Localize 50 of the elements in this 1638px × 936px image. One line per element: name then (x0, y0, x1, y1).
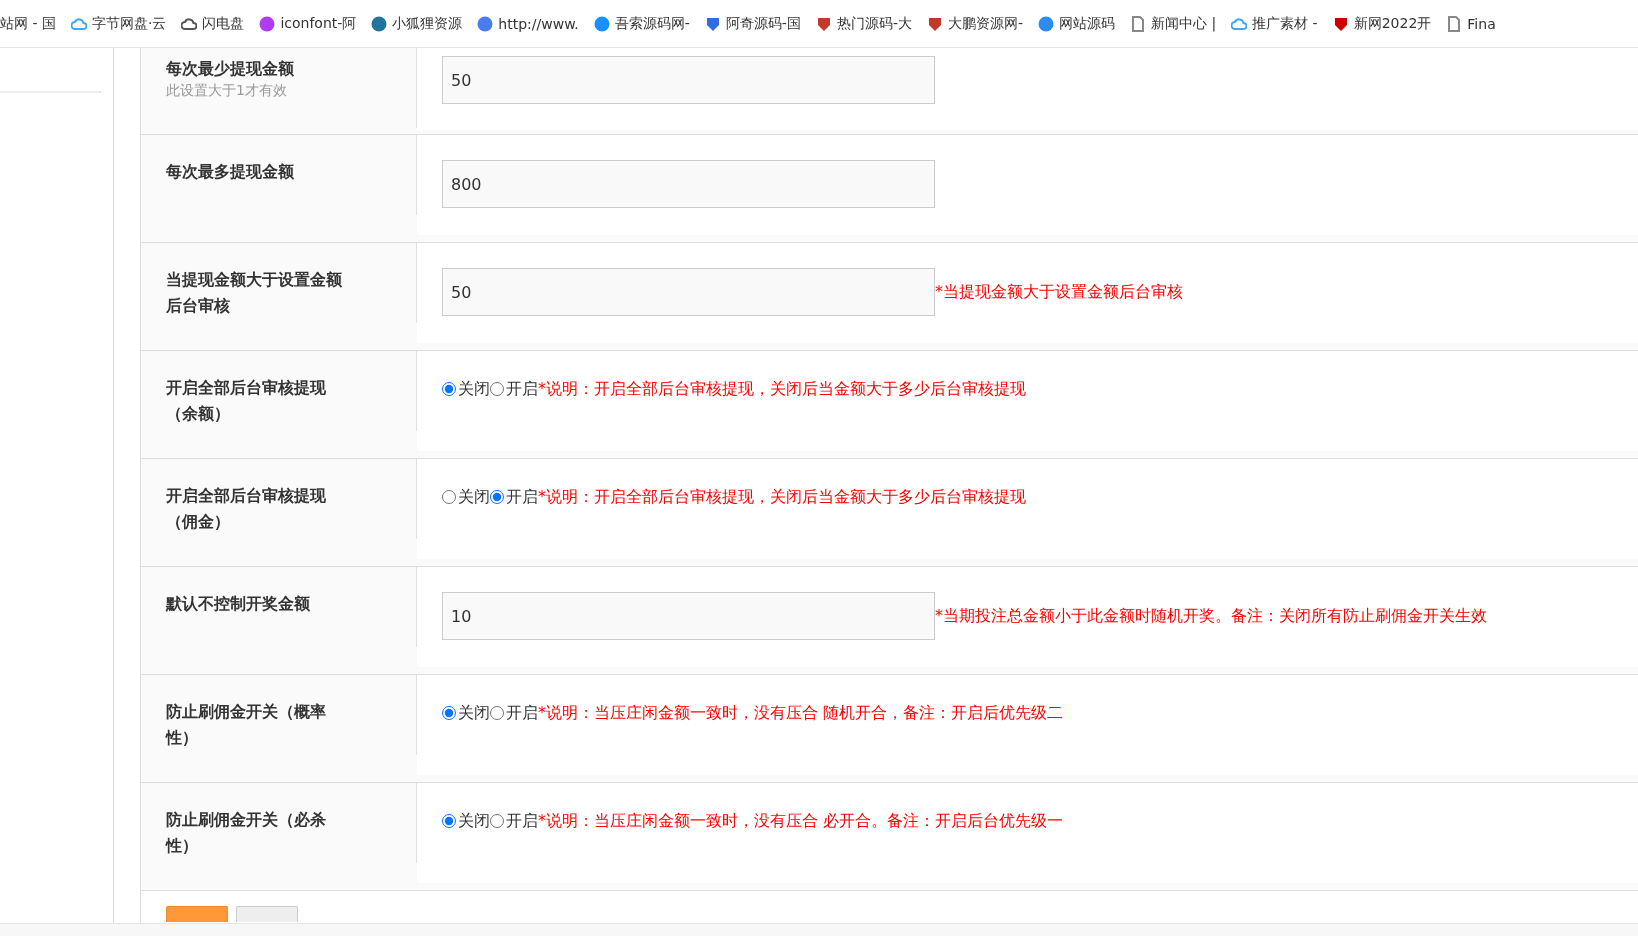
bookmark[interactable]: 站网 - 国 (0, 14, 65, 33)
radio-option[interactable]: 关闭 (442, 376, 490, 402)
field-note: *说明：当压庄闲金额一致时，没有压合 随机开合，备注：开启后优先级二 (538, 702, 1064, 724)
radio-option[interactable]: 开启 (490, 700, 538, 726)
bookmark[interactable]: 热门源码-大 (809, 14, 921, 33)
bookmark[interactable]: 小狐狸资源 (365, 14, 472, 33)
field-label: 当提现金额大于设置金额后台审核 (166, 269, 342, 317)
field-label: 开启全部后台审核提现（佣金） (166, 485, 327, 533)
field-label: 默认不控制开奖金额 (166, 593, 311, 615)
radio-button[interactable] (442, 706, 456, 720)
radio-option[interactable]: 关闭 (442, 484, 490, 510)
bookmark[interactable]: 字节网盘·云 (64, 14, 176, 33)
field-note: *当提现金额大于设置金额后台审核 (935, 281, 1183, 303)
input-field[interactable]: 50 (442, 56, 935, 104)
radio-button[interactable] (490, 814, 504, 828)
bookmark[interactable]: 闪电盘 (175, 14, 254, 33)
bookmark[interactable]: 新网2022开 (1326, 14, 1441, 33)
radio-option[interactable]: 开启 (490, 376, 538, 402)
field-note: *说明：当压庄闲金额一致时，没有压合 必开合。备注：开启后台优先级一 (538, 810, 1064, 832)
field-label: 防止刷佣金开关（必杀性） (166, 809, 327, 857)
bookmark[interactable]: 网站源码 (1032, 14, 1124, 33)
input-field[interactable]: 800 (442, 160, 935, 208)
field-label: 每次最多提现金额 (166, 161, 295, 183)
radio-button[interactable] (442, 814, 456, 828)
bookmark[interactable]: 阿奇源码-国 (698, 14, 810, 33)
field-label: 防止刷佣金开关（概率性） (166, 701, 327, 749)
field-note: *说明：开启全部后台审核提现，关闭后当金额大于多少后台审核提现 (538, 486, 1026, 508)
field-label: 开启全部后台审核提现（余额） (166, 377, 327, 425)
bookmark[interactable]: iconfont-阿 (253, 14, 366, 33)
radio-option[interactable]: 开启 (490, 808, 538, 834)
field-label: 每次最少提现金额 (166, 58, 295, 80)
field-hint: 此设置大于1才有效 (166, 82, 288, 100)
bookmark[interactable]: http://www. (471, 15, 588, 32)
input-field[interactable]: 50 (442, 268, 935, 316)
radio-option[interactable]: 开启 (490, 484, 538, 510)
bookmark[interactable]: 吾索源码网- (587, 14, 699, 33)
radio-button[interactable] (490, 490, 504, 504)
input-field[interactable]: 10 (442, 592, 935, 640)
radio-option[interactable]: 关闭 (442, 808, 490, 834)
radio-button[interactable] (490, 706, 504, 720)
field-note: *说明：开启全部后台审核提现，关闭后当金额大于多少后台审核提现 (538, 378, 1026, 400)
radio-button[interactable] (442, 382, 456, 396)
radio-button[interactable] (490, 382, 504, 396)
bookmark[interactable]: Fina (1440, 15, 1505, 32)
bookmark[interactable]: 大鹏资源网- (920, 14, 1032, 33)
radio-option[interactable]: 关闭 (442, 700, 490, 726)
field-note: *当期投注总金额小于此金额时随机开奖。备注：关闭所有防止刷佣金开关生效 (935, 605, 1487, 627)
bookmark[interactable]: 推广素材 - (1225, 14, 1327, 33)
bookmark[interactable]: 新闻中心 | (1124, 14, 1226, 33)
radio-button[interactable] (442, 490, 456, 504)
